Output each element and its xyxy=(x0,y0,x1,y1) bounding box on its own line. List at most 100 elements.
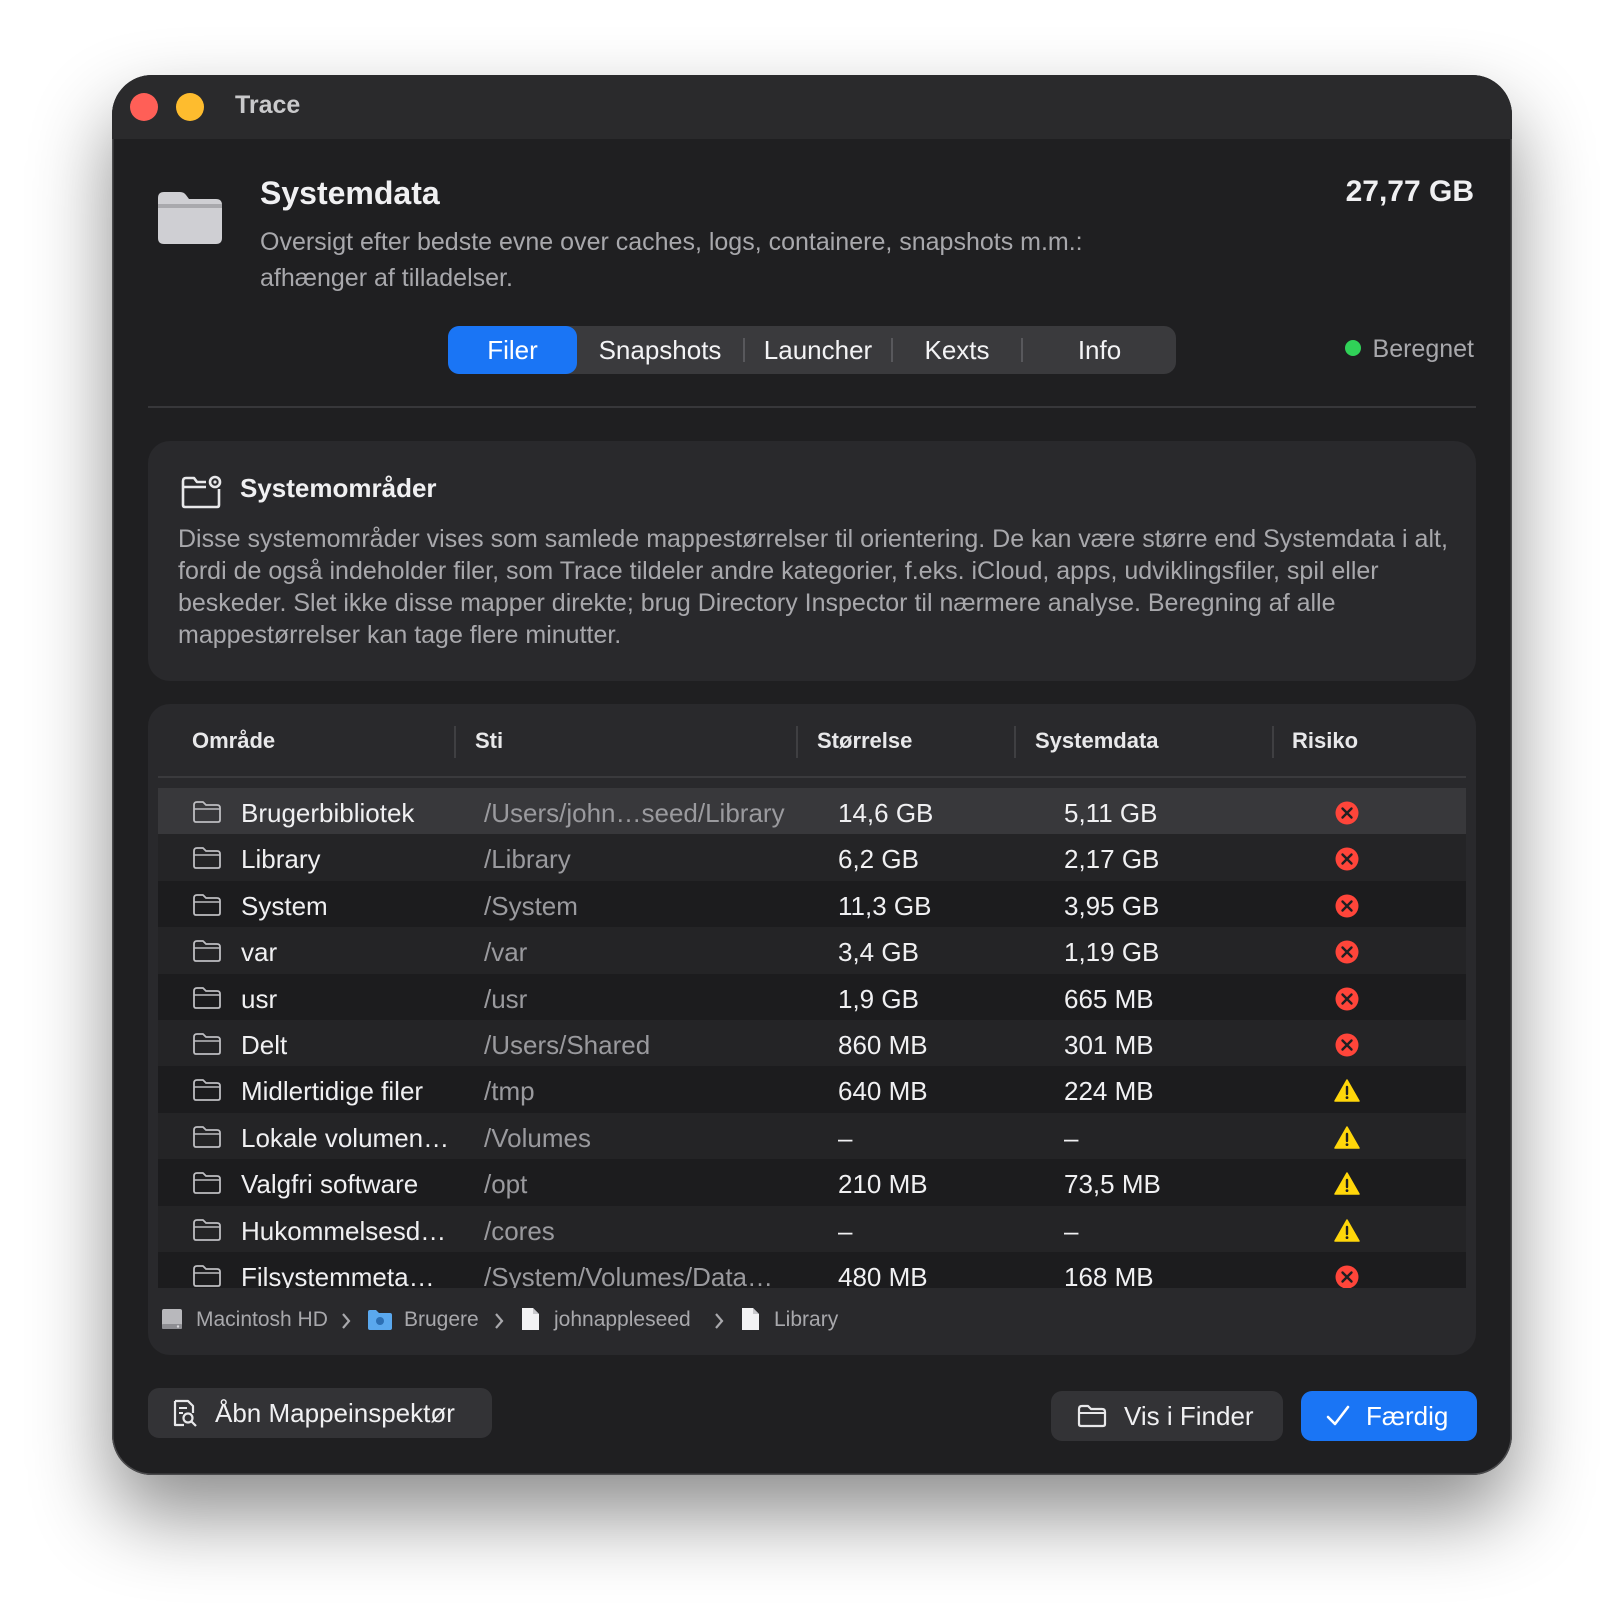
path-cell: /Users/Shared xyxy=(484,1030,651,1060)
areas-table: Område Sti Størrelse Systemdata Risiko B… xyxy=(148,704,1476,1355)
path-cell: /System xyxy=(484,890,578,921)
area-cell: Hukommelsesd… xyxy=(241,1215,447,1246)
breadcrumb-item[interactable]: Macintosh HD xyxy=(196,1308,328,1332)
table-row[interactable]: Midlertidige filer/tmp 640 MB 224 MB xyxy=(158,1066,1466,1115)
path-cell: /Library xyxy=(484,844,571,875)
table-row[interactable]: System/System 11,3 GB 3,95 GB xyxy=(158,880,1466,929)
done-label: Færdig xyxy=(1366,1401,1449,1431)
close-window-button[interactable] xyxy=(130,93,158,121)
breadcrumb-item[interactable]: Brugere xyxy=(404,1308,479,1332)
chevron-right-icon xyxy=(715,1313,724,1329)
tab-kexts[interactable]: Kexts xyxy=(893,326,1021,374)
area-cell: var xyxy=(241,937,278,968)
table-row[interactable]: var/var 3,4 GB 1,19 GB xyxy=(158,927,1466,976)
size-cell: 210 MB xyxy=(838,1169,928,1200)
chevron-right-icon xyxy=(495,1313,504,1329)
column-header-path[interactable]: Sti xyxy=(475,728,503,754)
info-card: Systemområder Disse systemområder vises … xyxy=(148,441,1476,681)
area-cell: usr xyxy=(241,983,278,1014)
folder-icon xyxy=(193,1265,221,1287)
column-header-systemdata[interactable]: Systemdata xyxy=(1035,728,1159,754)
size-cell: 1,9 GB xyxy=(838,983,919,1014)
risk-high-icon xyxy=(1335,847,1359,871)
table-row[interactable]: Lokale volumen… /Volumes – – xyxy=(158,1112,1466,1161)
column-separator[interactable] xyxy=(796,726,798,758)
area-cell: Midlertidige filer xyxy=(241,1076,424,1107)
table-body[interactable]: Brugerbibliotek/Users/john…seed/Library 1… xyxy=(158,788,1466,1288)
warning-icon xyxy=(1334,1126,1360,1149)
risk-high-icon xyxy=(1335,940,1359,964)
folder-icon xyxy=(193,1172,221,1195)
table-row[interactable]: Delt/Users/Shared 860 MB 301 MB xyxy=(158,1020,1466,1068)
table-row[interactable]: Hukommelsesd… /cores – – xyxy=(158,1205,1466,1254)
status-label: Beregnet xyxy=(1372,335,1474,363)
area-cell: System xyxy=(241,890,328,921)
systemdata-cell: 665 MB xyxy=(1064,983,1154,1014)
card-description: Disse systemområder vises som samlede ma… xyxy=(178,525,1448,649)
risk-high-icon xyxy=(1335,987,1359,1011)
path-cell: /usr xyxy=(484,983,528,1014)
open-inspector-button[interactable]: Åbn Mappeinspektør xyxy=(148,1388,492,1438)
systemdata-cell: – xyxy=(1064,1215,1079,1246)
minimize-window-button[interactable] xyxy=(176,93,204,121)
table-row[interactable]: Valgfri software/opt 210 MB 73,5 MB xyxy=(158,1159,1466,1208)
size-cell: 480 MB xyxy=(838,1262,928,1288)
column-header-size[interactable]: Størrelse xyxy=(817,728,912,754)
column-header-area[interactable]: Område xyxy=(192,728,275,754)
open-inspector-label: Åbn Mappeinspektør xyxy=(215,1398,455,1428)
systemdata-cell: 5,11 GB xyxy=(1064,798,1158,828)
folder-icon xyxy=(1077,1404,1107,1428)
folder-icon xyxy=(193,801,221,823)
folder-icon xyxy=(158,192,222,244)
systemdata-cell: 301 MB xyxy=(1064,1030,1154,1060)
column-separator[interactable] xyxy=(1014,726,1016,758)
folder-icon xyxy=(193,1125,221,1148)
tab-bar: Filer Snapshots Launcher Kexts Info xyxy=(448,326,1176,374)
area-cell: Filsystemmeta… xyxy=(241,1262,435,1288)
path-cell: /var xyxy=(484,937,528,968)
folder-icon xyxy=(193,1218,221,1241)
size-cell: 640 MB xyxy=(838,1076,928,1107)
column-header-risk[interactable]: Risiko xyxy=(1292,728,1358,754)
folder-icon xyxy=(193,893,221,916)
folder-blue-icon xyxy=(368,1310,392,1330)
size-cell: 3,4 GB xyxy=(838,937,919,968)
show-in-finder-button[interactable]: Vis i Finder xyxy=(1051,1391,1283,1441)
disk-icon xyxy=(162,1309,182,1329)
status-dot-icon xyxy=(1344,340,1361,356)
column-separator[interactable] xyxy=(1272,726,1274,758)
column-separator[interactable] xyxy=(454,726,456,758)
systemdata-cell: 2,17 GB xyxy=(1064,844,1160,875)
status-indicator: Beregnet xyxy=(1344,335,1474,364)
table-row[interactable]: Filsystemmeta… /System/Volumes/Data… 480 M… xyxy=(158,1252,1466,1288)
chevron-right-icon xyxy=(342,1313,351,1329)
systemdata-cell: 3,95 GB xyxy=(1064,890,1160,921)
table-row[interactable]: Brugerbibliotek/Users/john…seed/Library 1… xyxy=(158,788,1466,836)
tab-launcher[interactable]: Launcher xyxy=(745,326,891,374)
folder-icon xyxy=(193,1033,221,1055)
card-title: Systemområder xyxy=(240,473,437,503)
path-cell: /Volumes xyxy=(484,1122,591,1153)
area-cell: Library xyxy=(241,844,321,875)
window-title: Trace xyxy=(235,91,301,119)
size-cell: 6,2 GB xyxy=(838,844,919,875)
area-cell: Lokale volumen… xyxy=(241,1122,450,1153)
tab-filer[interactable]: Filer xyxy=(448,326,577,374)
table-row[interactable]: usr/usr 1,9 GB 665 MB xyxy=(158,973,1466,1022)
breadcrumb-item[interactable]: johnappleseed xyxy=(554,1308,691,1332)
total-size: 27,77 GB xyxy=(1345,175,1474,208)
size-cell: 860 MB xyxy=(838,1030,928,1060)
tab-info[interactable]: Info xyxy=(1023,326,1176,374)
risk-high-icon xyxy=(1335,1265,1359,1288)
tab-snapshots[interactable]: Snapshots xyxy=(577,326,743,374)
risk-high-icon xyxy=(1335,894,1359,918)
warning-icon xyxy=(1334,1218,1360,1242)
systemdata-cell: 73,5 MB xyxy=(1064,1169,1161,1200)
inspector-icon xyxy=(173,1399,197,1427)
breadcrumb-item[interactable]: Library xyxy=(774,1308,838,1332)
page-title: Systemdata xyxy=(260,175,440,211)
done-button[interactable]: Færdig xyxy=(1301,1391,1477,1441)
path-cell: /cores xyxy=(484,1215,555,1246)
folder-icon xyxy=(193,940,221,963)
table-row[interactable]: Library/Library 6,2 GB 2,17 GB xyxy=(158,834,1466,883)
